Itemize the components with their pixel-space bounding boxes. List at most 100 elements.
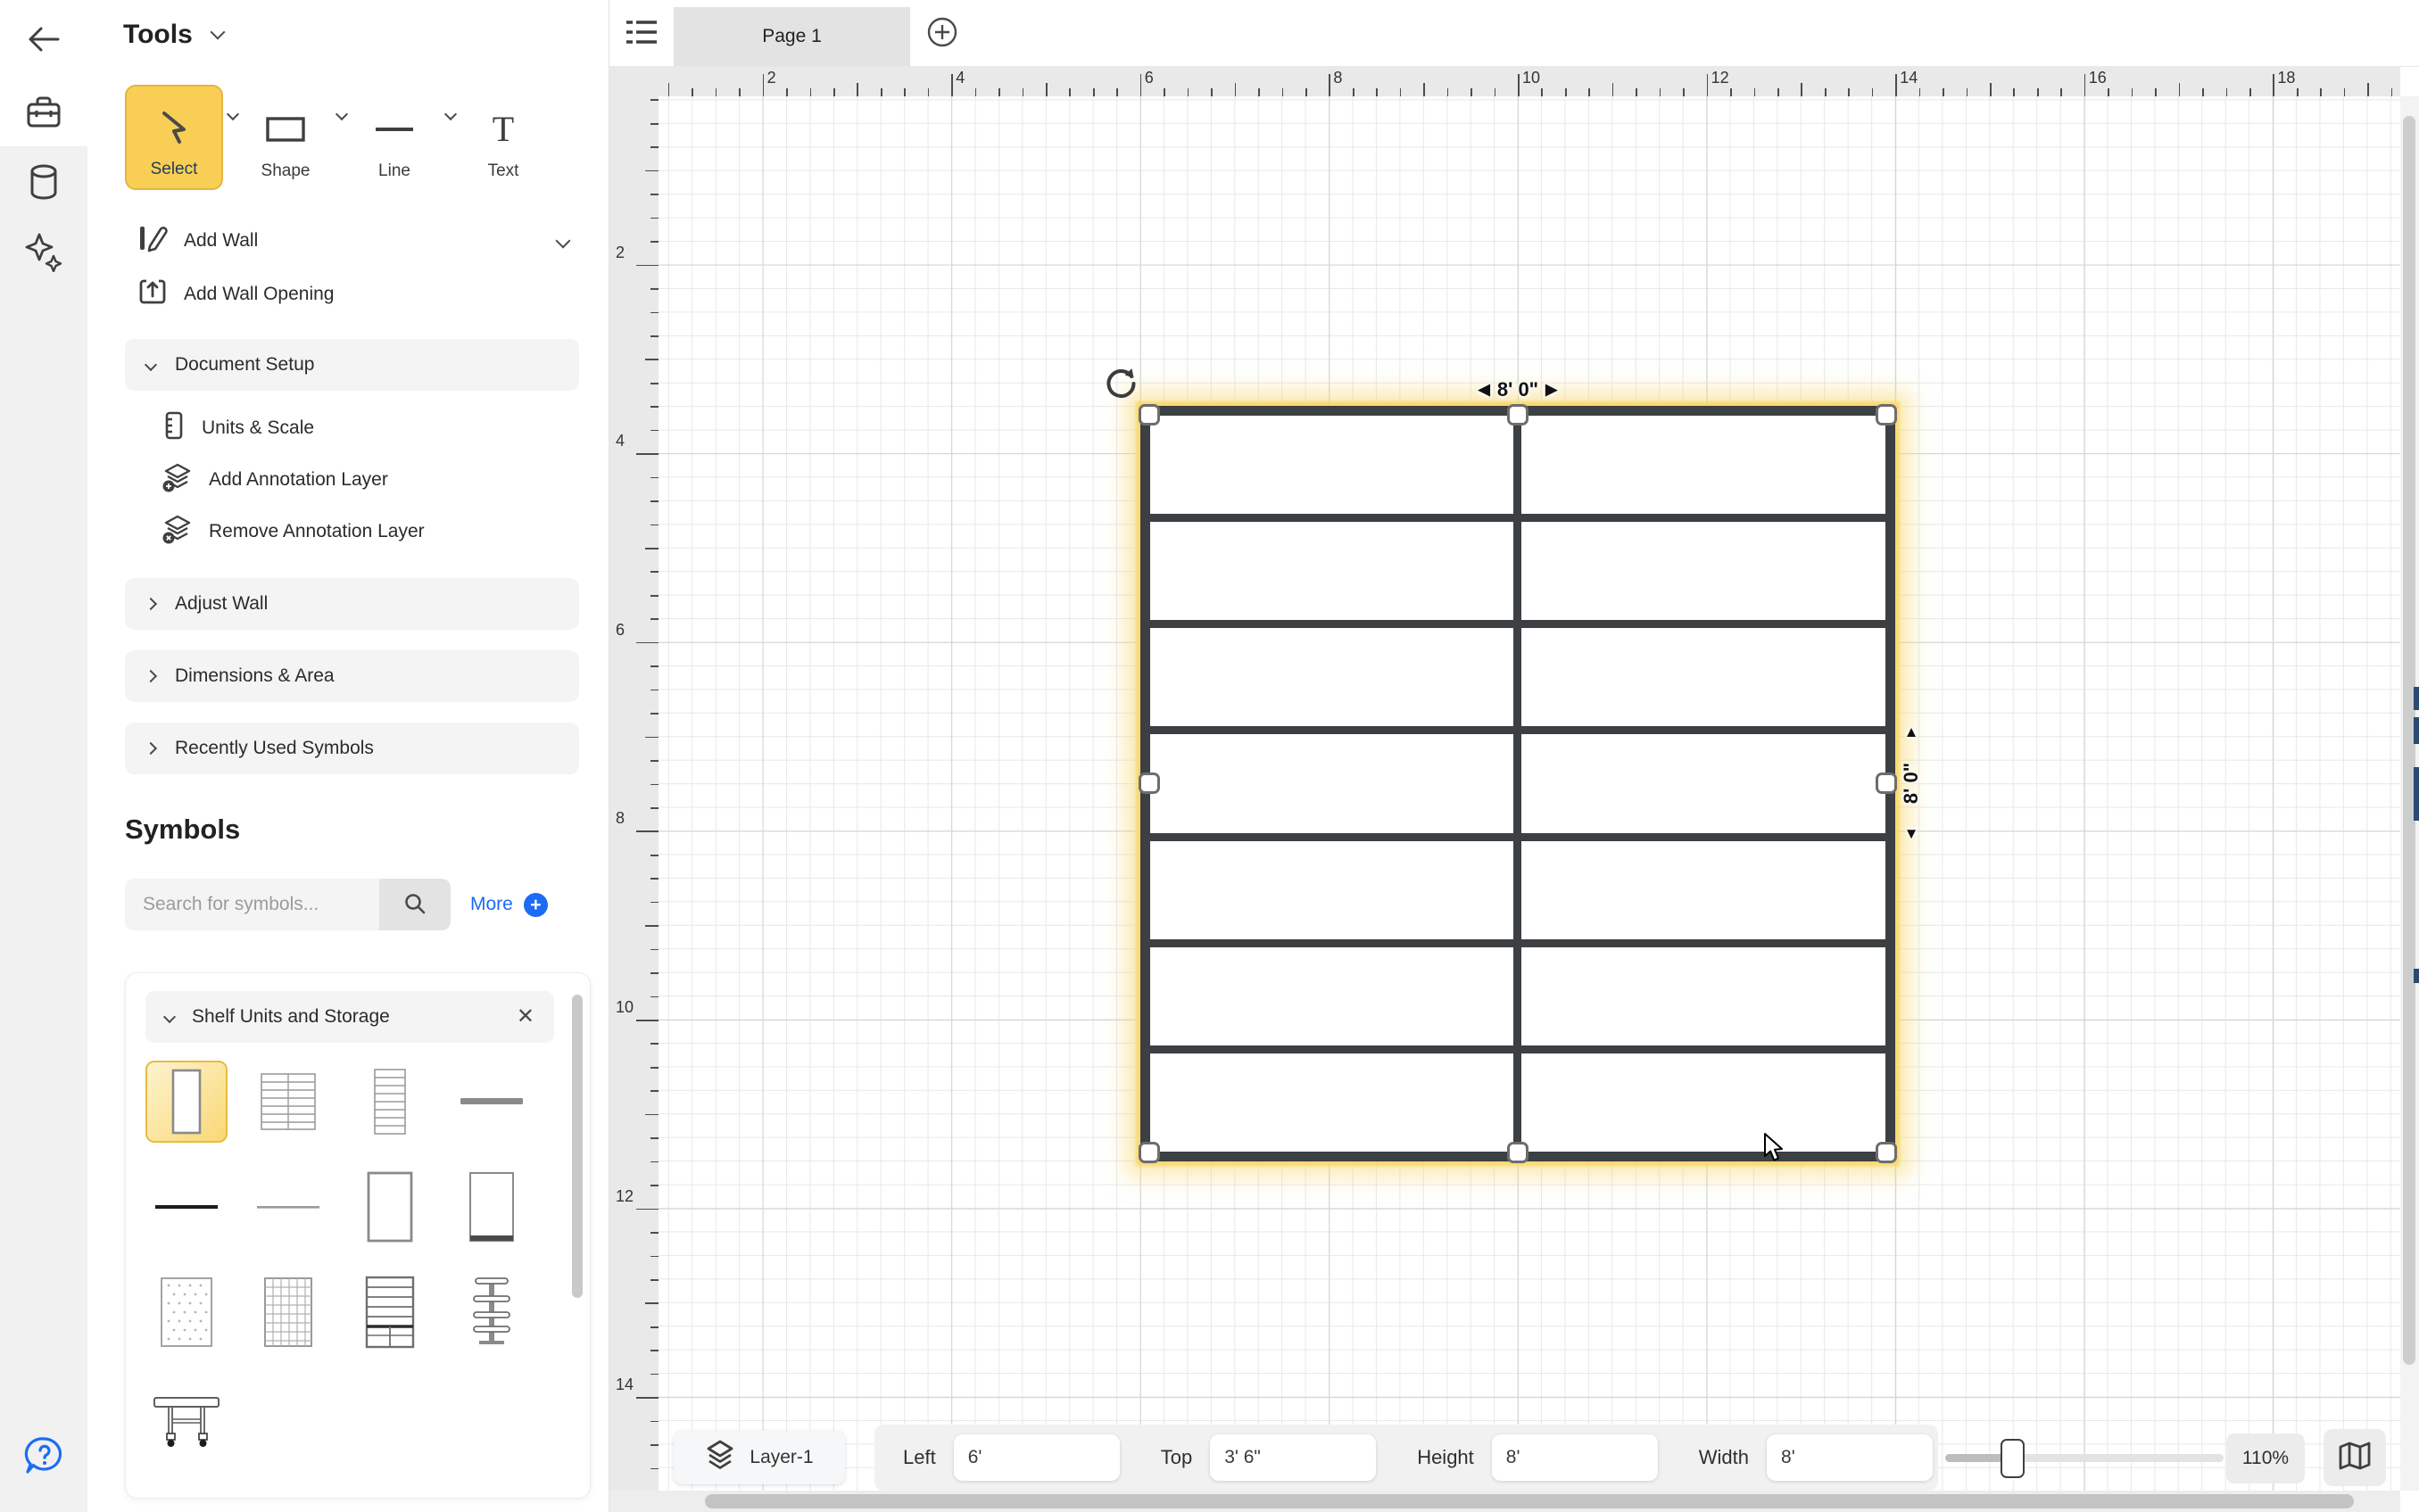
arrow-up-icon: ▲ <box>1904 723 1919 741</box>
panel-title: Tools <box>123 20 193 50</box>
minimap-button[interactable] <box>2324 1429 2386 1486</box>
right-edge-tab <box>2414 717 2419 744</box>
recently-used-symbols-label: Recently Used Symbols <box>175 738 374 759</box>
symbol-vertical-shelf-unit[interactable] <box>145 1061 228 1143</box>
add-wall-chevron[interactable] <box>556 234 571 249</box>
arrow-left-icon: ◀ <box>1479 381 1490 399</box>
dimensions-area-label: Dimensions & Area <box>175 665 335 687</box>
more-symbols-link[interactable]: More + <box>470 893 548 917</box>
section-adjust-wall[interactable]: Adjust Wall <box>125 578 579 630</box>
symbol-storage-cabinet[interactable] <box>349 1166 431 1248</box>
tab-page-1[interactable]: Page 1 <box>674 7 910 66</box>
right-edge-tab <box>2414 969 2419 983</box>
section-recently-used-symbols[interactable]: Recently Used Symbols <box>125 723 579 774</box>
rail-item-data[interactable] <box>0 148 87 216</box>
layers-remove-icon <box>162 514 193 549</box>
select-tool-label: Select <box>151 160 198 179</box>
add-annotation-layer-item[interactable]: Add Annotation Layer <box>162 458 568 502</box>
symbol-display-stand[interactable] <box>451 1271 533 1353</box>
shape-dropdown-chevron[interactable] <box>336 108 348 120</box>
zoom-level-badge[interactable]: 110% <box>2226 1434 2305 1483</box>
vertical-ruler: 2468101214 <box>609 96 659 1491</box>
search-button[interactable] <box>379 879 451 930</box>
resize-handle-s[interactable] <box>1507 1142 1528 1163</box>
resize-handle-n[interactable] <box>1507 404 1528 426</box>
toolbox-icon <box>25 95 62 130</box>
document-setup-chevron <box>145 359 157 371</box>
horizontal-scrollbar-thumb[interactable] <box>705 1494 2354 1508</box>
symbol-double-wide-shelving[interactable] <box>247 1061 329 1143</box>
rail-item-tools[interactable] <box>0 78 87 146</box>
zoom-slider-thumb[interactable] <box>2001 1439 2025 1478</box>
sparkles-icon <box>24 231 63 272</box>
add-wall-opening-button[interactable]: Add Wall Opening <box>137 275 568 314</box>
help-button[interactable] <box>23 1434 66 1477</box>
resize-handle-sw[interactable] <box>1139 1142 1160 1163</box>
symbol-work-table[interactable] <box>145 1376 228 1458</box>
plus-icon: + <box>524 893 548 917</box>
section-dimensions-area[interactable]: Dimensions & Area <box>125 650 579 702</box>
symbol-group-header[interactable]: Shelf Units and Storage ✕ <box>145 991 554 1043</box>
top-field-input[interactable] <box>1210 1434 1376 1481</box>
shape-tool-label: Shape <box>261 161 311 181</box>
left-field-input[interactable] <box>954 1434 1120 1481</box>
drawing-grid[interactable]: ◀ 8' 0" ▶ ▲ 8' 0" ▼ <box>659 96 2400 1491</box>
close-icon[interactable]: ✕ <box>517 1006 534 1028</box>
line-tool-button[interactable]: Line <box>348 85 441 190</box>
symbol-group-chevron <box>163 1011 176 1023</box>
selected-shelf-shape[interactable]: ◀ 8' 0" ▶ ▲ 8' 0" ▼ <box>1140 406 1895 1161</box>
units-scale-item[interactable]: Units & Scale <box>162 406 568 450</box>
symbol-grid <box>145 1061 551 1458</box>
resize-handle-e[interactable] <box>1876 773 1897 794</box>
resize-handle-se[interactable] <box>1876 1142 1897 1163</box>
symbol-shelf-with-drawers[interactable] <box>349 1271 431 1353</box>
select-dropdown-chevron[interactable] <box>227 108 239 120</box>
symbol-search-input[interactable] <box>125 879 379 930</box>
layer-chip[interactable]: Layer-1 <box>674 1431 845 1484</box>
symbol-storage-cabinet-backed[interactable] <box>451 1166 533 1248</box>
mouse-cursor <box>1763 1133 1790 1168</box>
zoom-slider[interactable] <box>1945 1442 2224 1474</box>
symbol-single-column-shelving[interactable] <box>349 1061 431 1143</box>
shelf-cells <box>1150 416 1885 1151</box>
add-wall-button[interactable]: Add Wall <box>137 221 568 260</box>
layers-add-icon <box>162 462 193 498</box>
layer-label: Layer-1 <box>750 1447 813 1468</box>
symbol-pegboard[interactable] <box>145 1271 228 1353</box>
line-dropdown-chevron[interactable] <box>444 108 457 120</box>
resize-handle-nw[interactable] <box>1139 404 1160 426</box>
symbol-panel-scrollbar[interactable] <box>572 995 583 1298</box>
select-tool-button[interactable]: Select <box>125 85 223 190</box>
symbol-wall-shelf-gray-thick[interactable] <box>451 1061 533 1143</box>
add-page-button[interactable] <box>924 15 961 53</box>
symbol-wall-shelf-thin[interactable] <box>247 1166 329 1248</box>
add-wall-icon <box>137 223 168 259</box>
text-tool-button[interactable]: T Text <box>457 85 550 190</box>
zoom-slider-fill <box>1945 1454 2008 1462</box>
remove-annotation-layer-item[interactable]: Remove Annotation Layer <box>162 509 568 554</box>
back-button[interactable] <box>0 0 87 78</box>
shape-tool-button[interactable]: Shape <box>239 85 332 190</box>
resize-handle-ne[interactable] <box>1876 404 1897 426</box>
section-document-setup[interactable]: Document Setup <box>125 339 579 391</box>
add-annotation-layer-label: Add Annotation Layer <box>209 469 388 491</box>
chevron-down-icon[interactable] <box>210 25 225 40</box>
width-field-input[interactable] <box>1767 1434 1933 1481</box>
horizontal-scrollbar[interactable] <box>609 1491 2400 1512</box>
rotate-handle-icon[interactable] <box>1104 366 1139 406</box>
text-tool-label: Text <box>488 161 519 181</box>
adjust-wall-chevron <box>145 598 157 610</box>
line-icon <box>373 110 416 149</box>
symbol-wire-rack[interactable] <box>247 1271 329 1353</box>
pages-list-icon <box>625 19 658 50</box>
ruler-icon <box>162 410 186 446</box>
height-field-input[interactable] <box>1492 1434 1658 1481</box>
symbol-wall-shelf-black[interactable] <box>145 1166 228 1248</box>
page-tab-label: Page 1 <box>762 26 822 47</box>
left-rail <box>0 0 87 1512</box>
resize-handle-w[interactable] <box>1139 773 1160 794</box>
rail-item-ai[interactable] <box>0 218 87 285</box>
pages-list-button[interactable] <box>622 14 661 54</box>
ruler-corner <box>609 67 659 96</box>
width-dimension-label: ◀ 8' 0" ▶ <box>1150 378 1885 401</box>
